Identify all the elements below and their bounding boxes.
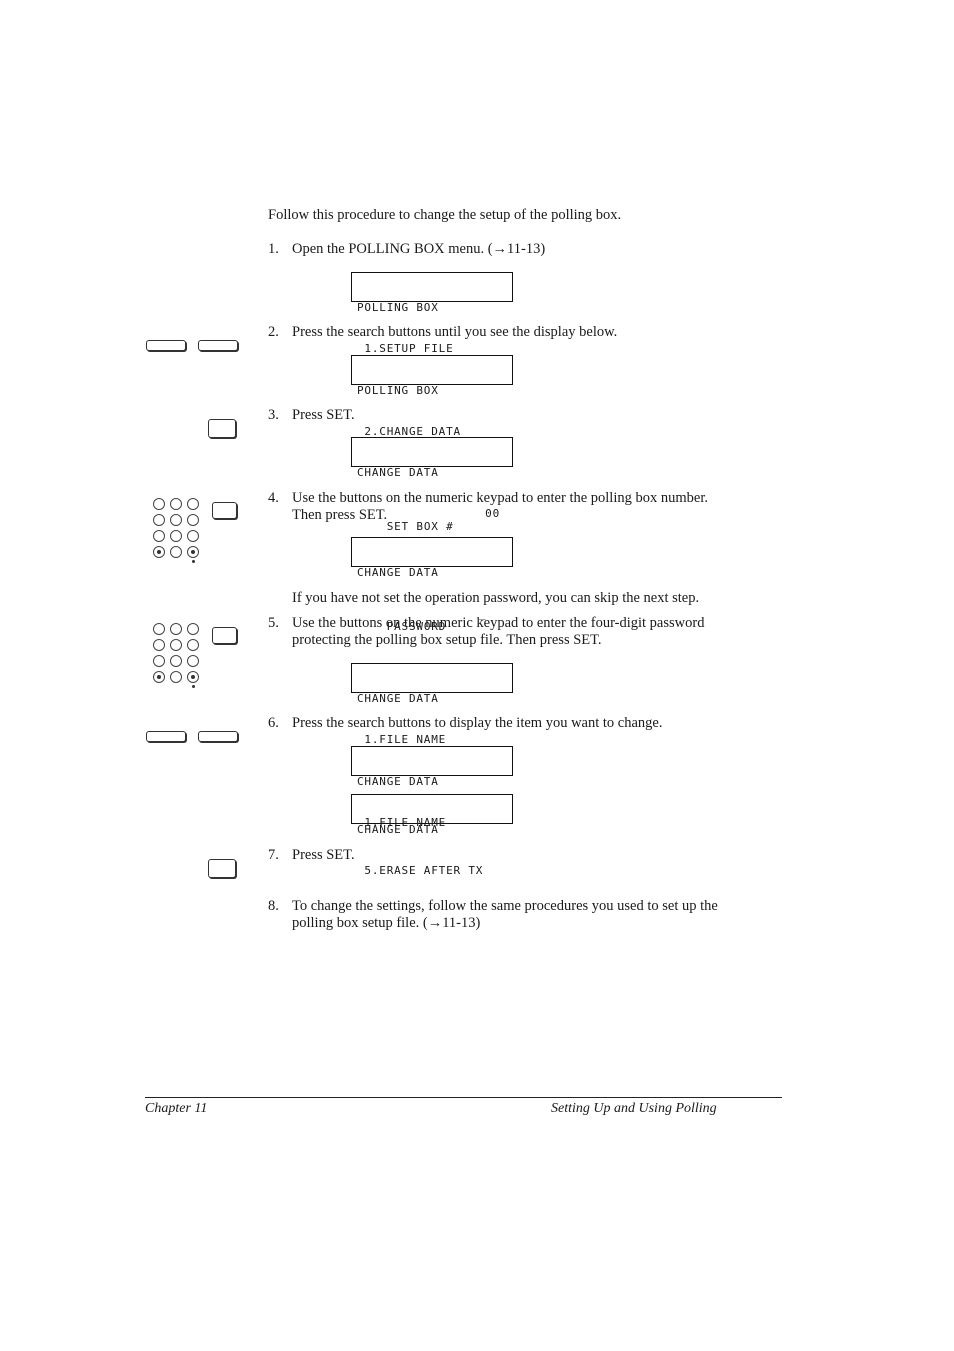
star-key-icon (153, 671, 165, 683)
step-4-number: 4. (268, 490, 279, 506)
step-5-text-line-2: protecting the polling box setup file. T… (292, 632, 602, 648)
lcd-display-1: POLLING BOX 1.SETUP FILE (351, 272, 513, 355)
set-button-icon (208, 419, 236, 438)
hash-key-icon (187, 671, 199, 683)
key-icon (170, 655, 182, 667)
lcd-display-4: CHANGE DATA PASSWORD _ (351, 537, 513, 633)
footer-section-title: Setting Up and Using Polling (551, 1101, 717, 1116)
search-right-button-icon (198, 340, 238, 351)
key-icon (170, 671, 182, 683)
pad-dot-icon (192, 560, 195, 563)
step-5-number: 5. (268, 615, 279, 631)
search-left-button-icon (146, 340, 186, 351)
key-icon (187, 514, 199, 526)
lcd-line-2: 2.CHANGE DATA (357, 424, 461, 438)
key-icon (153, 623, 165, 635)
key-icon (187, 530, 199, 542)
step-3-text: Press SET. (292, 407, 355, 423)
key-icon (170, 530, 182, 542)
lcd-line-1: CHANGE DATA (357, 775, 439, 788)
key-icon (170, 514, 182, 526)
hash-key-icon (187, 546, 199, 558)
key-icon (187, 655, 199, 667)
star-key-icon (153, 546, 165, 558)
step-6-number: 6. (268, 715, 279, 731)
step-7-text: Press SET. (292, 847, 355, 863)
search-left-button-icon (146, 731, 186, 742)
lcd-line-1: POLLING BOX (357, 384, 439, 397)
lcd-line-1: CHANGE DATA (357, 566, 439, 579)
step-3-number: 3. (268, 407, 279, 423)
step-8-number: 8. (268, 898, 279, 914)
lcd-label: SET BOX # (386, 520, 454, 533)
step-4-text-line-1: Use the buttons on the numeric keypad to… (292, 490, 708, 506)
lcd-line-1: CHANGE DATA (357, 692, 439, 705)
pad-dot-icon (192, 685, 195, 688)
step-8-text-line-2: polling box setup file. (→11-13) (292, 915, 481, 931)
key-icon (170, 623, 182, 635)
step-5-text-line-1: Use the buttons on the numeric keypad to… (292, 615, 705, 631)
key-icon (153, 530, 165, 542)
lcd-line-2: 1.SETUP FILE (357, 341, 454, 355)
footer-divider (145, 1097, 782, 1098)
lcd-line-1: CHANGE DATA (357, 823, 439, 836)
lcd-line-2: 1.FILE NAME (357, 732, 447, 746)
step-2-number: 2. (268, 324, 279, 340)
lcd-value: 00 (485, 506, 500, 520)
lcd-display-6: CHANGE DATA 1.FILE NAME (351, 746, 513, 829)
step-2-text: Press the search buttons until you see t… (292, 324, 618, 340)
step-7-number: 7. (268, 847, 279, 863)
note-text: If you have not set the operation passwo… (292, 590, 700, 606)
lcd-line-1: POLLING BOX (357, 301, 439, 314)
set-button-icon (208, 859, 236, 878)
key-icon (170, 546, 182, 558)
lcd-display-7: CHANGE DATA 5.ERASE AFTER TX (351, 794, 513, 877)
lcd-line-2: 5.ERASE AFTER TX (357, 863, 484, 877)
footer-chapter: Chapter 11 (145, 1101, 208, 1116)
step-1-text: Open the POLLING BOX menu. (→11-13) (292, 241, 546, 257)
intro-text: Follow this procedure to change the setu… (268, 207, 622, 223)
step-8-text-line-1: To change the settings, follow the same … (292, 898, 718, 914)
key-icon (187, 623, 199, 635)
set-button-icon (212, 627, 237, 644)
lcd-display-2: POLLING BOX 2.CHANGE DATA (351, 355, 513, 438)
numeric-keypad-icon (150, 496, 210, 566)
lcd-display-5: CHANGE DATA 1.FILE NAME (351, 663, 513, 746)
search-right-button-icon (198, 731, 238, 742)
key-icon (170, 498, 182, 510)
numeric-keypad-icon (150, 621, 210, 691)
lcd-display-3: CHANGE DATA SET BOX # 00 (351, 437, 513, 533)
key-icon (187, 639, 199, 651)
key-icon (153, 639, 165, 651)
key-icon (187, 498, 199, 510)
set-button-icon (212, 502, 237, 519)
key-icon (170, 639, 182, 651)
step-6-text: Press the search buttons to display the … (292, 715, 663, 731)
step-1-number: 1. (268, 241, 279, 257)
step-4-text-line-2: Then press SET. (292, 507, 388, 523)
lcd-line-1: CHANGE DATA (357, 466, 439, 479)
key-icon (153, 655, 165, 667)
key-icon (153, 498, 165, 510)
key-icon (153, 514, 165, 526)
